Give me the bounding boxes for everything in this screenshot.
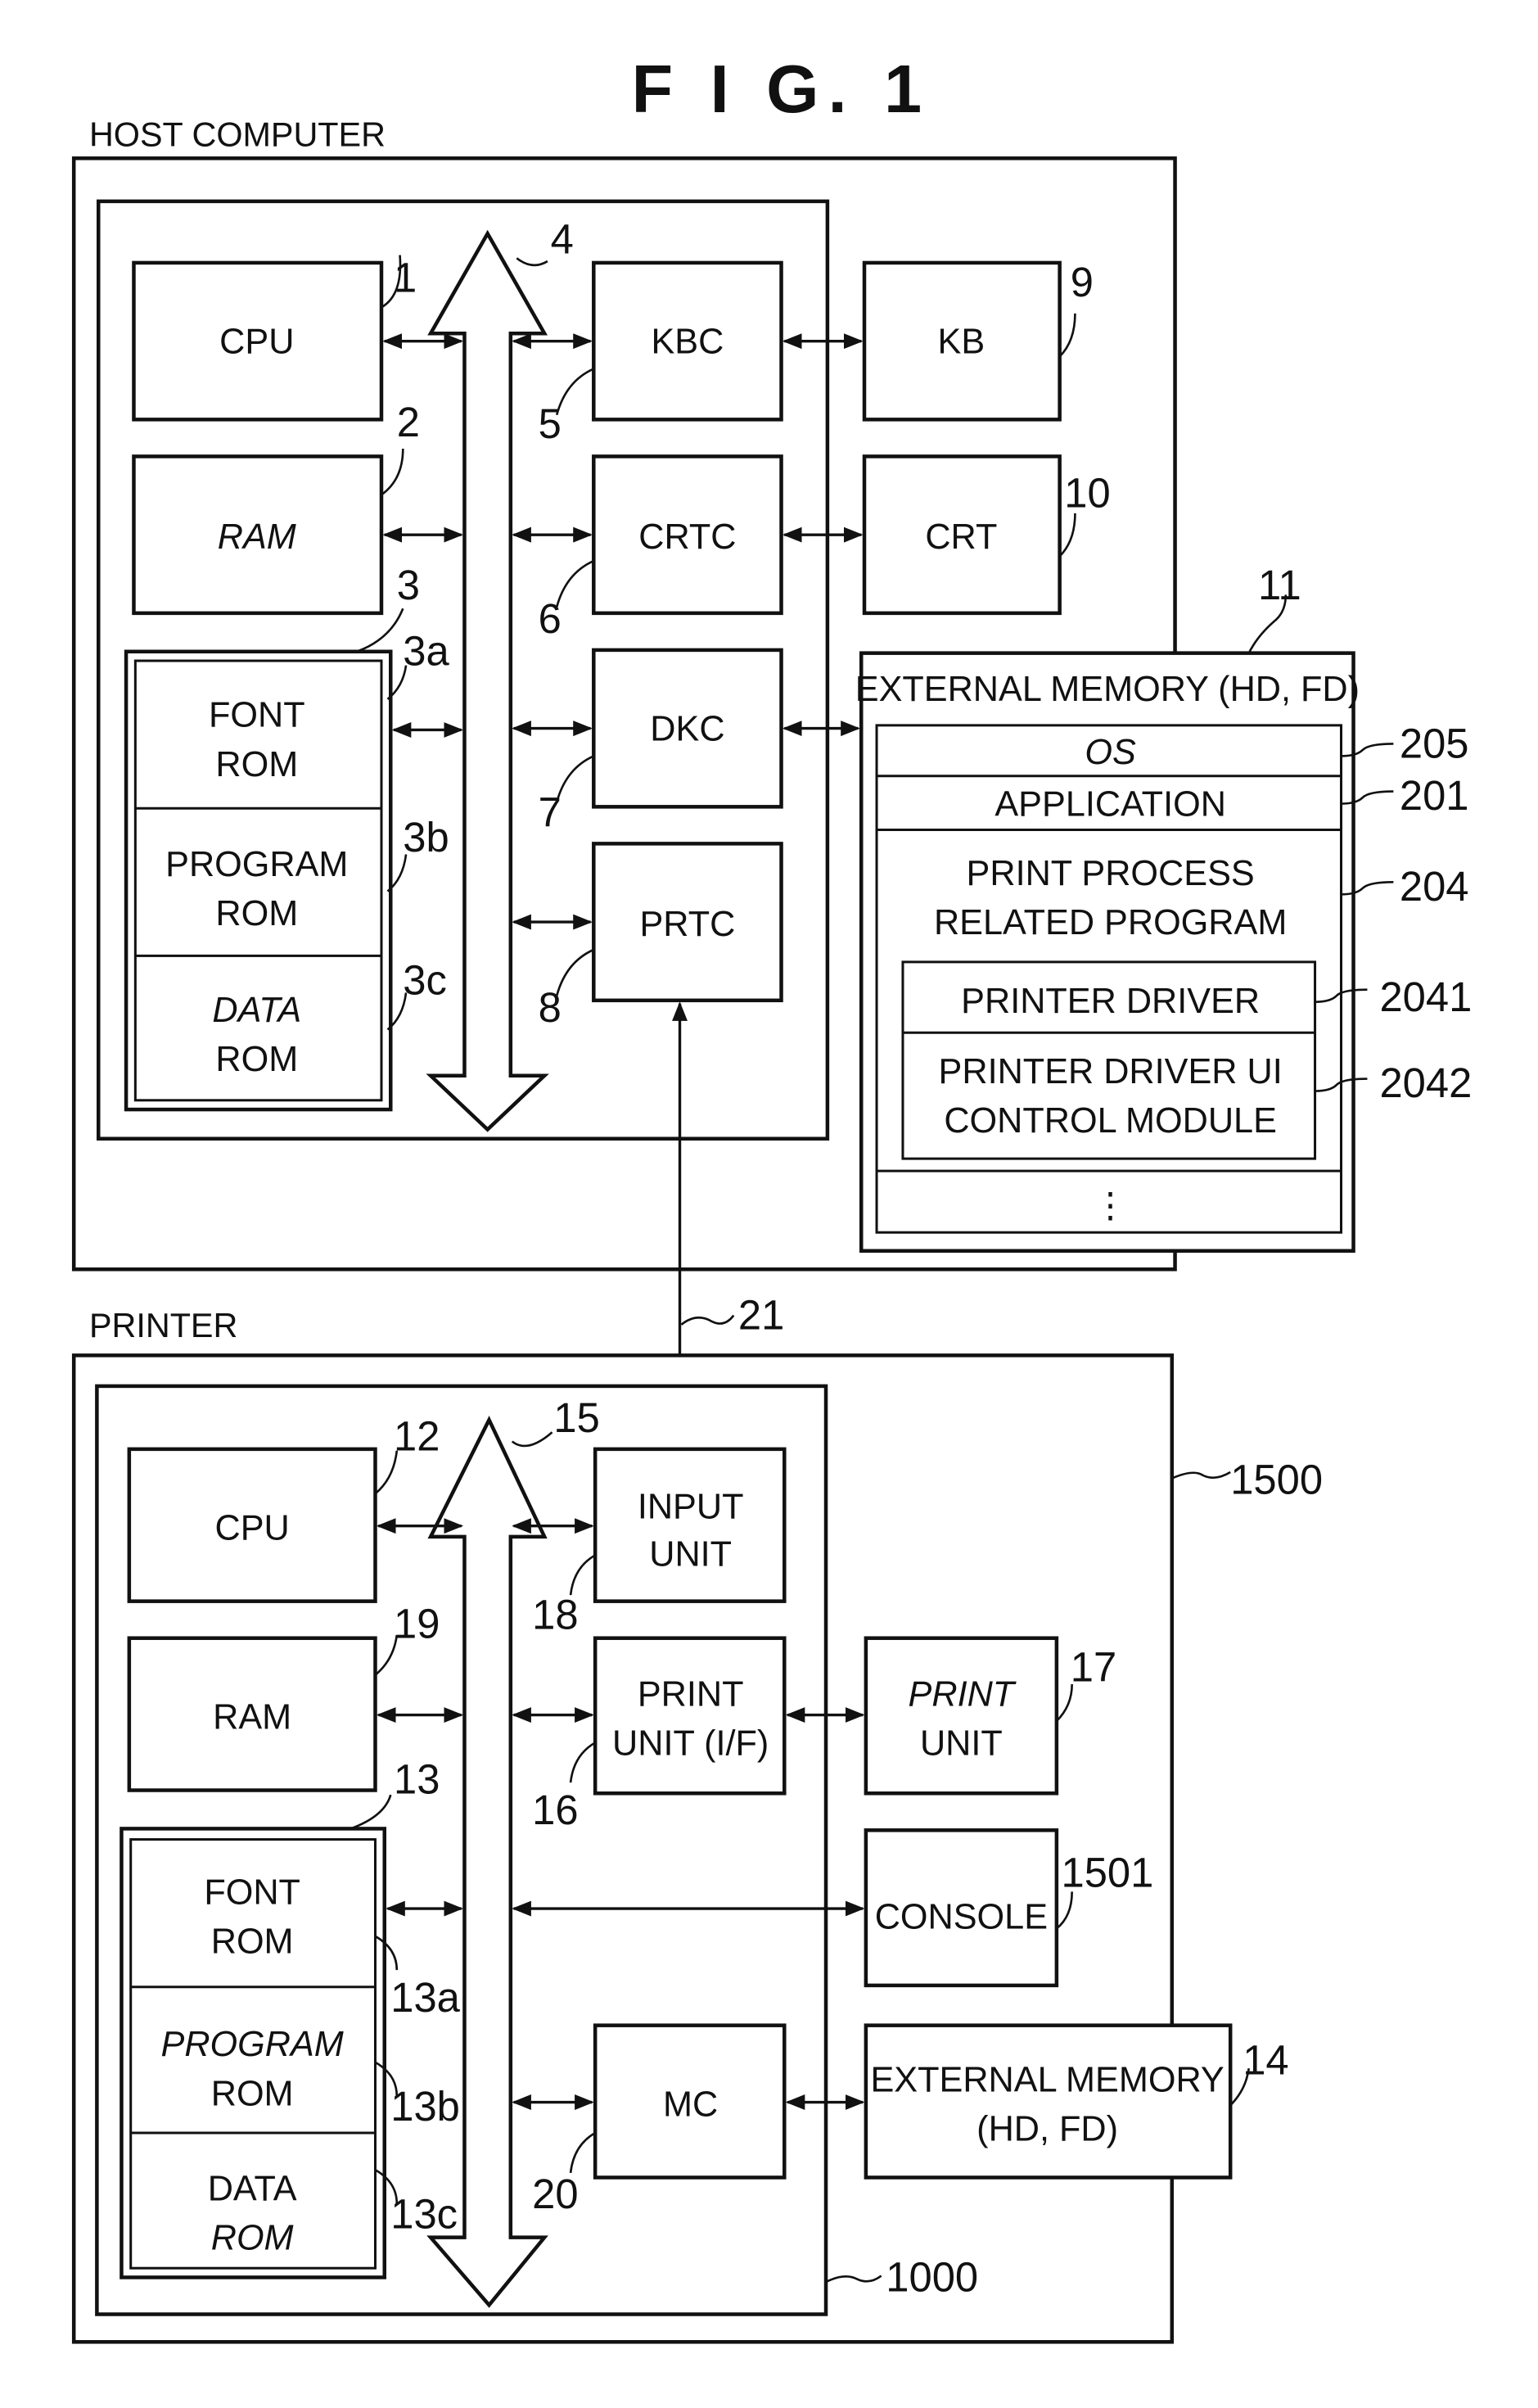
ref-host-data-rom: 3c <box>403 956 447 1003</box>
printer-print-unit-line1: PRINT <box>909 1674 1017 1714</box>
ref-printer-print-if: 16 <box>532 1787 578 1833</box>
ref-ui-module: 2042 <box>1379 1059 1472 1106</box>
printer-external-memory-line2: (HD, FD) <box>976 2109 1118 2148</box>
ref-host-cpu: 1 <box>394 255 417 301</box>
host-kb-label: KB <box>938 323 985 362</box>
host-application-label: APPLICATION <box>995 785 1226 825</box>
ref-printer-frame: 1500 <box>1230 1456 1323 1502</box>
ref-printer-font-rom: 13a <box>390 1974 460 2021</box>
printer-print-unit-line2: UNIT <box>920 1724 1003 1763</box>
host-external-memory-ellipsis: ⋮ <box>1093 1186 1128 1225</box>
printer-print-unit-block <box>864 1636 1059 1796</box>
ref-host-program-rom: 3b <box>403 814 449 861</box>
host-program-rom-line2: ROM <box>215 894 298 933</box>
host-kbc-label: KBC <box>651 323 724 362</box>
ref-printer-bus: 15 <box>553 1394 599 1441</box>
printer-input-unit-line1: INPUT <box>638 1487 744 1526</box>
ref-printer-rom: 13 <box>394 1755 440 1802</box>
printer-data-rom-line2: ROM <box>211 2219 294 2258</box>
printer-external-memory-block <box>864 2023 1233 2180</box>
printer-print-if-block <box>593 1636 787 1796</box>
ref-printer-data-rom: 13c <box>390 2190 458 2237</box>
printer-program-rom-line1: PROGRAM <box>161 2025 344 2064</box>
printer-cpu-label: CPU <box>215 1509 290 1548</box>
host-font-rom-line2: ROM <box>215 745 298 784</box>
printer-section-label: PRINTER <box>89 1307 237 1344</box>
host-print-process-line1: PRINT PROCESS <box>967 854 1255 893</box>
printer-font-rom-line1: FONT <box>204 1873 300 1912</box>
ref-host-rom: 3 <box>397 562 420 608</box>
host-data-rom-line2: ROM <box>215 1040 298 1079</box>
printer-font-rom-line2: ROM <box>211 1922 294 1961</box>
ref-host-prtc: 8 <box>539 984 562 1031</box>
printer-print-if-line1: PRINT <box>638 1674 744 1714</box>
ref-printer-input-unit: 18 <box>532 1591 578 1638</box>
ref-printer-driver: 2041 <box>1379 974 1472 1020</box>
ref-host-crt: 10 <box>1064 469 1110 516</box>
ref-printer-mc: 20 <box>532 2171 578 2217</box>
ref-host-external-memory: 11 <box>1258 562 1301 608</box>
ref-host-kbc: 5 <box>539 400 562 447</box>
ref-printer-controller: 1000 <box>886 2253 978 2300</box>
ref-host-kb: 9 <box>1071 259 1094 305</box>
ref-print-process: 204 <box>1400 863 1469 910</box>
printer-print-if-line2: UNIT (I/F) <box>612 1724 769 1763</box>
host-crtc-label: CRTC <box>638 517 736 557</box>
host-data-rom-line1: DATA <box>212 991 301 1030</box>
host-printer-driver-label: PRINTER DRIVER <box>961 982 1260 1021</box>
ref-link: 21 <box>738 1291 784 1338</box>
host-cpu-label: CPU <box>219 323 294 362</box>
host-program-rom-line1: PROGRAM <box>165 845 348 884</box>
host-os-label: OS <box>1085 733 1136 772</box>
ref-printer-print-unit: 17 <box>1071 1643 1116 1690</box>
ref-application: 201 <box>1400 772 1469 819</box>
block-diagram: F I G. 1 HOST COMPUTER 4 CPU 1 RAM 2 3 F… <box>71 51 1472 2344</box>
host-ui-module-line2: CONTROL MODULE <box>944 1101 1277 1141</box>
printer-console-label: CONSOLE <box>875 1897 1048 1936</box>
host-prtc-label: PRTC <box>639 905 735 944</box>
printer-ram-label: RAM <box>213 1697 291 1737</box>
host-dkc-label: DKC <box>650 710 724 749</box>
host-ram-label: RAM <box>218 517 296 557</box>
ref-printer-program-rom: 13b <box>390 2083 460 2130</box>
ref-os: 205 <box>1400 720 1469 766</box>
ref-host-ram: 2 <box>397 399 420 445</box>
host-section-label: HOST COMPUTER <box>89 115 386 153</box>
printer-external-memory-line1: EXTERNAL MEMORY <box>870 2060 1224 2099</box>
host-font-rom-line1: FONT <box>209 696 305 735</box>
printer-mc-label: MC <box>663 2085 718 2124</box>
host-external-memory-title: EXTERNAL MEMORY (HD, FD) <box>855 670 1360 709</box>
printer-data-rom-line1: DATA <box>208 2170 297 2209</box>
printer-input-unit-line2: UNIT <box>649 1535 732 1574</box>
ref-printer-ram: 19 <box>394 1601 440 1647</box>
ref-printer-external-memory: 14 <box>1243 2037 1288 2084</box>
ref-host-bus: 4 <box>551 216 574 263</box>
figure-title: F I G. 1 <box>632 51 931 127</box>
ref-host-dkc: 7 <box>539 789 562 836</box>
host-crt-label: CRT <box>925 517 997 557</box>
ref-printer-console: 1501 <box>1062 1850 1154 1896</box>
ref-host-font-rom: 3a <box>403 628 449 675</box>
host-ui-module-line1: PRINTER DRIVER UI <box>939 1052 1283 1091</box>
ref-printer-cpu: 12 <box>394 1413 440 1460</box>
ref-host-crtc: 6 <box>539 595 562 642</box>
host-print-process-line2: RELATED PROGRAM <box>934 903 1287 942</box>
printer-program-rom-line2: ROM <box>211 2074 294 2113</box>
